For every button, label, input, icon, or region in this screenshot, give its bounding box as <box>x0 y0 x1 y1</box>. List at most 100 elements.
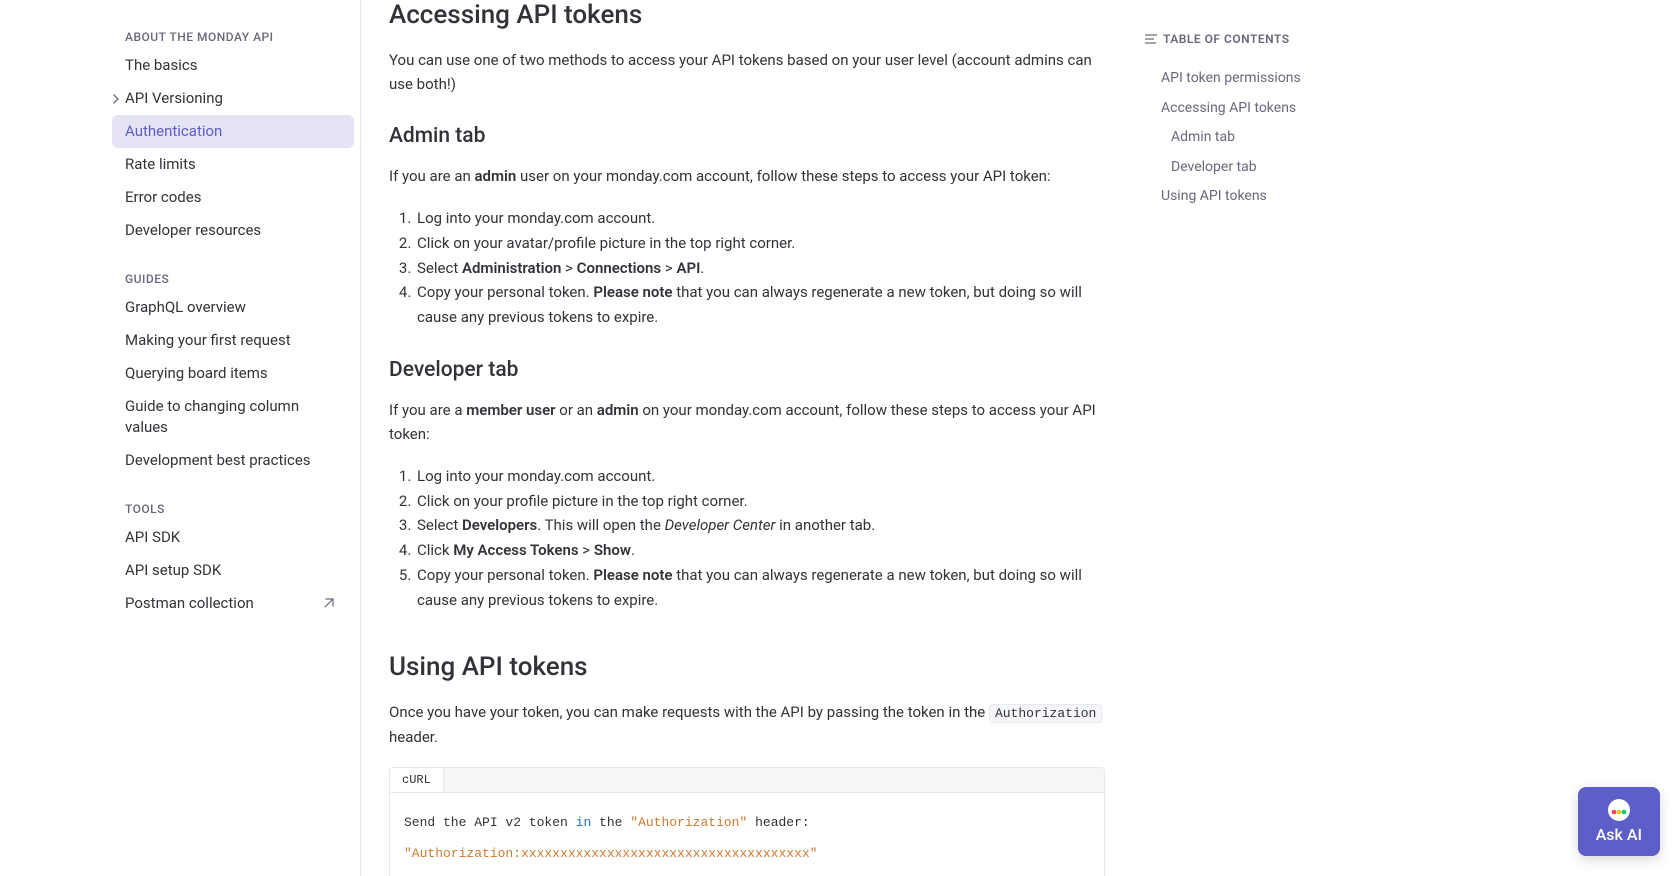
sidebar-item-label: Rate limits <box>125 154 196 175</box>
code-token: the <box>591 815 630 830</box>
code-token: in <box>576 815 592 830</box>
sidebar-section-heading: ABOUT THE MONDAY API <box>0 25 360 49</box>
code-content: Send the API v2 token in the "Authorizat… <box>390 793 1104 876</box>
text: Select <box>417 516 462 534</box>
text: header. <box>389 728 438 746</box>
list-item: Click My Access Tokens > Show. <box>415 538 1105 563</box>
sidebar-item-label: GraphQL overview <box>125 297 246 318</box>
text: . <box>700 259 704 277</box>
heading-developer-tab: Developer tab <box>389 358 1105 382</box>
sidebar-item-label: Querying board items <box>125 363 268 384</box>
text-bold: My Access Tokens <box>453 541 578 559</box>
text-bold: admin <box>597 401 639 419</box>
text-bold: Please note <box>593 566 672 584</box>
sidebar-item-authentication[interactable]: Authentication <box>112 115 354 148</box>
text: Select <box>417 259 462 277</box>
list-item: Select Administration > Connections > AP… <box>415 256 1105 281</box>
list-item: Copy your personal token. Please note th… <box>415 280 1105 330</box>
toc-link-accessing-api-tokens[interactable]: Accessing API tokens <box>1145 94 1505 124</box>
text: in another tab. <box>775 516 875 534</box>
heading-using-api-tokens: Using API tokens <box>389 652 1105 682</box>
toc-link-using-api-tokens[interactable]: Using API tokens <box>1145 182 1505 212</box>
toc-link-developer-tab[interactable]: Developer tab <box>1145 153 1505 183</box>
sidebar-section-heading: TOOLS <box>0 497 360 521</box>
sidebar-item-label: API setup SDK <box>125 560 221 581</box>
sidebar-item-label: Postman collection <box>125 593 254 614</box>
text: or an <box>556 401 597 419</box>
sidebar-item-the-basics[interactable]: The basics <box>112 49 354 82</box>
text-bold: member user <box>466 401 555 419</box>
code-tab-curl[interactable]: cURL <box>390 768 444 792</box>
list-item: Log into your monday.com account. <box>415 206 1105 231</box>
toc-link-api-token-permissions[interactable]: API token permissions <box>1145 64 1505 94</box>
text: . This will open the <box>537 516 664 534</box>
text-bold: Administration <box>462 259 561 277</box>
code-token: "Authorization" <box>630 815 747 830</box>
text-bold: admin <box>475 167 517 185</box>
sidebar-item-label: API Versioning <box>125 88 223 109</box>
ask-ai-label: Ask AI <box>1596 825 1642 844</box>
sidebar-item-api-sdk[interactable]: API SDK <box>112 521 354 554</box>
code-token: Send the API v2 token <box>404 815 576 830</box>
monday-logo-icon <box>1608 799 1630 821</box>
list-item: Click on your avatar/profile picture in … <box>415 231 1105 256</box>
dev-intro: If you are a member user or an admin on … <box>389 398 1105 446</box>
sidebar-item-graphql-overview[interactable]: GraphQL overview <box>112 291 354 324</box>
toc-header: TABLE OF CONTENTS <box>1145 32 1505 46</box>
text: If you are a <box>389 401 466 419</box>
dev-steps-list: Log into your monday.com account. Click … <box>389 464 1105 613</box>
sidebar-item-api-setup-sdk[interactable]: API setup SDK <box>112 554 354 587</box>
text-bold: API <box>676 259 700 277</box>
heading-accessing-api-tokens: Accessing API tokens <box>389 0 1105 30</box>
sidebar-item-guide-to-changing-column-values[interactable]: Guide to changing column values <box>112 390 354 444</box>
code-token: "Authorization:xxxxxxxxxxxxxxxxxxxxxxxxx… <box>404 846 817 861</box>
ask-ai-button[interactable]: Ask AI <box>1578 787 1660 856</box>
code-token: header: <box>747 815 809 830</box>
text: Copy your personal token. <box>417 566 593 584</box>
text: Click <box>417 541 453 559</box>
sidebar-item-querying-board-items[interactable]: Querying board items <box>112 357 354 390</box>
external-link-icon <box>323 598 334 609</box>
text-bold: Connections <box>577 259 661 277</box>
list-item: Log into your monday.com account. <box>415 464 1105 489</box>
text: Copy your personal token. <box>417 283 593 301</box>
sidebar-item-error-codes[interactable]: Error codes <box>112 181 354 214</box>
text: . <box>631 541 635 559</box>
sidebar-item-label: Making your first request <box>125 330 291 351</box>
text: user on your monday.com account, follow … <box>516 167 1050 185</box>
sidebar-item-rate-limits[interactable]: Rate limits <box>112 148 354 181</box>
sidebar-item-label: API SDK <box>125 527 180 548</box>
admin-intro: If you are an admin user on your monday.… <box>389 164 1105 188</box>
using-paragraph: Once you have your token, you can make r… <box>389 700 1105 749</box>
code-tabs: cURL <box>390 768 1104 793</box>
sidebar-item-developer-resources[interactable]: Developer resources <box>112 214 354 247</box>
main-content: Accessing API tokens You can use one of … <box>360 0 1145 876</box>
text-bold: Please note <box>593 283 672 301</box>
text-bold: Developers <box>462 516 537 534</box>
text: > <box>561 259 576 277</box>
list-item: Click on your profile picture in the top… <box>415 489 1105 514</box>
sidebar-item-label: Authentication <box>125 121 222 142</box>
sidebar-section-heading: GUIDES <box>0 267 360 291</box>
toc-heading-text: TABLE OF CONTENTS <box>1163 32 1290 46</box>
text-bold: Show <box>594 541 631 559</box>
sidebar: ABOUT THE MONDAY API The basics API Versio… <box>0 0 360 876</box>
text: > <box>579 541 594 559</box>
sidebar-item-api-versioning[interactable]: API Versioning <box>112 82 354 115</box>
heading-admin-tab: Admin tab <box>389 124 1105 148</box>
sidebar-item-making-your-first-request[interactable]: Making your first request <box>112 324 354 357</box>
inline-code: Authorization <box>989 704 1102 723</box>
sidebar-item-label: The basics <box>125 55 197 76</box>
toc-icon <box>1145 34 1157 44</box>
sidebar-item-postman-collection[interactable]: Postman collection <box>112 587 354 620</box>
list-item: Copy your personal token. Please note th… <box>415 563 1105 613</box>
chevron-right-icon <box>112 94 122 104</box>
sidebar-item-label: Development best practices <box>125 450 311 471</box>
sidebar-item-label: Developer resources <box>125 220 261 241</box>
admin-steps-list: Log into your monday.com account. Click … <box>389 206 1105 330</box>
toc-link-admin-tab[interactable]: Admin tab <box>1145 123 1505 153</box>
intro-paragraph: You can use one of two methods to access… <box>389 48 1105 96</box>
sidebar-item-label: Guide to changing column values <box>125 396 334 438</box>
code-block: cURL Send the API v2 token in the "Autho… <box>389 767 1105 876</box>
sidebar-item-development-best-practices[interactable]: Development best practices <box>112 444 354 477</box>
